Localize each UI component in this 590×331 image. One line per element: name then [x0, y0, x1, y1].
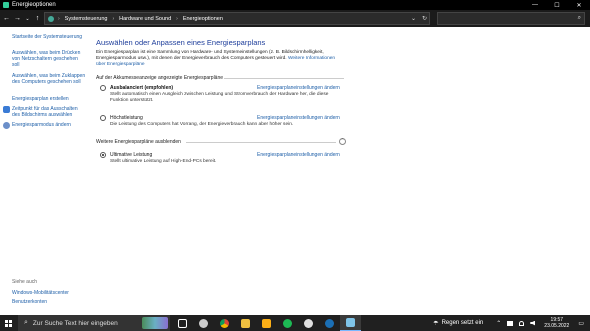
sidebar-home-link[interactable]: Startseite der Systemsteuerung: [12, 34, 86, 40]
plan-name[interactable]: Ausbalanciert (empfohlen): [110, 85, 173, 91]
window-caption-buttons: — ☐ ✕: [524, 0, 590, 10]
rockstar-icon: [262, 318, 271, 328]
edit-plan-link[interactable]: Energiesparplaneinstellungen ändern: [257, 152, 340, 158]
chrome-app[interactable]: [214, 315, 235, 331]
taskbar-search[interactable]: ⌕ Zur Suche Text hier eingeben: [18, 315, 170, 331]
section-battery-meter-plans: Auf der Akkumesseanzeige angezeigte Ener…: [96, 75, 224, 81]
section-hide-additional-plans: Weitere Energiesparpläne ausblenden: [96, 139, 181, 145]
spotify-app[interactable]: [277, 315, 298, 331]
rain-icon: ☂: [433, 320, 439, 327]
wifi-icon[interactable]: [519, 320, 525, 326]
search-highlight-illustration: [142, 317, 168, 329]
address-bar[interactable]: › Systemsteuerung › Hardware und Sound ›…: [44, 12, 430, 25]
security-app[interactable]: [298, 315, 319, 331]
steam-app[interactable]: [319, 315, 340, 331]
battery-icon[interactable]: [507, 320, 514, 326]
back-arrow-icon[interactable]: ←: [2, 13, 11, 25]
breadcrumb-item[interactable]: Hardware und Sound: [119, 16, 171, 22]
gear-icon: [199, 318, 208, 328]
control-panel-app[interactable]: [340, 315, 361, 331]
divider: [224, 78, 344, 79]
sidebar-item-create-plan[interactable]: Energiesparplan erstellen: [12, 96, 86, 102]
forward-arrow-icon[interactable]: →: [13, 13, 22, 25]
chevron-down-icon[interactable]: ⌄: [411, 15, 416, 22]
taskbar-search-placeholder: Zur Suche Text hier eingeben: [32, 319, 118, 327]
edit-plan-link[interactable]: Energiesparplaneinstellungen ändern: [257, 85, 340, 91]
see-also-mobility-center[interactable]: Windows-Mobilitätscenter: [12, 290, 86, 296]
title-bar: Energieoptionen — ☐ ✕: [0, 0, 590, 10]
address-toolbar: ← → ⌄ ↑ › Systemsteuerung › Hardware und…: [0, 10, 590, 27]
edit-plan-link[interactable]: Energiesparplaneinstellungen ändern: [257, 115, 340, 121]
plan-name[interactable]: Höchstleistung: [110, 115, 143, 121]
rockstar-launcher-app[interactable]: [256, 315, 277, 331]
chrome-icon: [220, 318, 229, 328]
maximize-button[interactable]: ☐: [546, 0, 568, 10]
file-explorer-app[interactable]: [235, 315, 256, 331]
control-panel-icon: [346, 318, 355, 327]
refresh-icon[interactable]: ↻: [422, 15, 427, 22]
intro-text: Ein Energiesparplan ist eine Sammlung vo…: [96, 50, 336, 67]
clock[interactable]: 19:57 23.05.2022: [544, 317, 569, 329]
weather-text: Regen setzt ein: [441, 320, 484, 326]
system-tray: ☂ Regen setzt ein ⌃ 19:57 23.05.2022 ▭: [433, 315, 590, 331]
sidebar-item-lid-close[interactable]: Auswählen, was beim Zuklappen des Comput…: [12, 73, 86, 85]
sidebar-item-power-buttons[interactable]: Auswählen, was beim Drücken von Netzscha…: [12, 50, 86, 68]
main-content: Auswählen oder Anpassen eines Energiespa…: [96, 27, 356, 315]
breadcrumb-item[interactable]: Energieoptionen: [183, 16, 223, 22]
divider: [186, 142, 336, 143]
plan-radio[interactable]: [100, 115, 106, 121]
task-view-icon: [178, 318, 187, 328]
folder-icon: [241, 318, 250, 328]
breadcrumb-item[interactable]: Systemsteuerung: [65, 16, 108, 22]
task-view-button[interactable]: [172, 315, 193, 331]
taskbar: ⌕ Zur Suche Text hier eingeben ☂ Regen s…: [0, 315, 590, 331]
control-panel-window: Energieoptionen — ☐ ✕ ← → ⌄ ↑ › Systemst…: [0, 0, 590, 315]
page-title: Auswählen oder Anpassen eines Energiespa…: [96, 38, 266, 47]
plan-radio[interactable]: [100, 85, 106, 91]
up-arrow-icon[interactable]: ↑: [33, 13, 42, 25]
spotify-icon: [283, 318, 292, 328]
minimize-button[interactable]: —: [524, 0, 546, 10]
start-button[interactable]: [0, 315, 16, 331]
plan-description: Die Leistung des Computers hat Vorrang, …: [110, 122, 294, 127]
notification-icon[interactable]: ▭: [578, 320, 584, 327]
volume-icon[interactable]: [530, 320, 536, 326]
display-off-icon: [3, 106, 10, 113]
plan-name[interactable]: Ultimative Leistung: [110, 152, 152, 158]
power-options-icon: [3, 2, 9, 8]
sidebar: Startseite der Systemsteuerung Auswählen…: [0, 27, 88, 315]
collapse-chevron-icon[interactable]: ⌃: [339, 138, 346, 145]
see-also-user-accounts[interactable]: Benutzerkonten: [12, 299, 86, 305]
plan-description: Stellt ultimative Leistung auf High-End-…: [110, 159, 217, 164]
clock-date: 23.05.2022: [544, 323, 570, 329]
breadcrumb: › Systemsteuerung › Hardware und Sound ›…: [58, 15, 223, 22]
sidebar-item-sleep[interactable]: Energiesparmodus ändern: [12, 122, 86, 128]
close-button[interactable]: ✕: [568, 0, 590, 10]
settings-app[interactable]: [193, 315, 214, 331]
search-input[interactable]: ⌕: [437, 12, 585, 25]
window-title: Energieoptionen: [12, 2, 56, 8]
sidebar-item-display-off[interactable]: Zeitpunkt für das Ausschalten des Bildsc…: [12, 106, 86, 118]
see-also-label: Siehe auch: [12, 279, 38, 285]
shield-icon: [304, 318, 313, 328]
search-icon: ⌕: [24, 319, 28, 326]
sleep-mode-icon: [3, 122, 10, 129]
windows-logo-icon: [4, 319, 12, 327]
search-icon[interactable]: ⌕: [578, 15, 581, 22]
weather-widget[interactable]: ☂ Regen setzt ein: [433, 320, 483, 327]
plan-description: Stellt automatisch einen Ausgleich zwisc…: [110, 92, 329, 103]
chevron-up-icon[interactable]: ⌃: [496, 320, 501, 327]
taskbar-apps: [172, 315, 361, 331]
steam-icon: [325, 318, 334, 328]
plan-radio-selected[interactable]: [100, 152, 106, 158]
recent-locations-icon[interactable]: ⌄: [23, 13, 32, 25]
